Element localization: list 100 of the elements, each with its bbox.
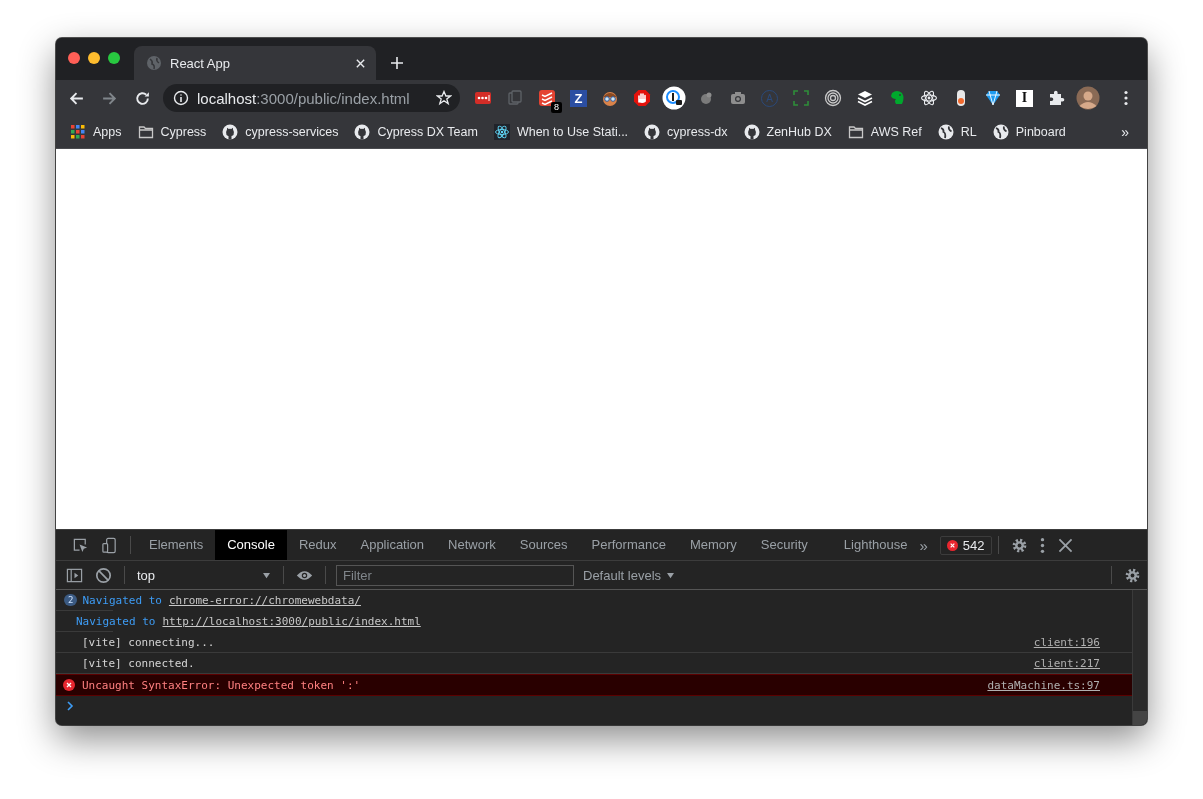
url-text: localhost:3000/public/index.html xyxy=(197,89,411,107)
bookmark[interactable]: Pinboard xyxy=(992,124,1066,140)
source-link[interactable]: client:196 xyxy=(1033,635,1100,649)
new-tab-icon[interactable] xyxy=(390,56,404,70)
bookmark[interactable]: Apps xyxy=(70,124,122,140)
bookmark-label: ZenHub DX xyxy=(766,125,832,139)
log-message: [vite] connected. xyxy=(82,656,196,670)
devtools-tab[interactable]: Memory xyxy=(677,530,749,560)
bookmark-label: When to Use Stati... xyxy=(516,125,629,139)
stop-hand-icon[interactable] xyxy=(633,89,651,107)
star-icon[interactable] xyxy=(436,90,452,106)
url-link[interactable]: chrome-error://chromewebdata/ xyxy=(168,593,361,607)
more-options-icon[interactable] xyxy=(1124,90,1128,106)
devtools-tab[interactable]: Lighthouse xyxy=(831,530,920,560)
tab-title: React App xyxy=(170,55,231,71)
clear-console-icon[interactable] xyxy=(95,566,112,584)
close-window-button[interactable] xyxy=(68,52,80,64)
devtools-tab[interactable]: Network xyxy=(436,530,508,560)
log-message: [vite] connecting... xyxy=(82,635,216,649)
octocat-icon xyxy=(222,124,239,140)
url-link[interactable]: http://localhost:3000/public/index.html xyxy=(162,614,421,628)
sidebar-toggle-icon[interactable] xyxy=(66,566,83,584)
error-icon xyxy=(946,539,958,551)
address-bar[interactable]: localhost:3000/public/index.html xyxy=(163,84,460,112)
atom-icon[interactable] xyxy=(920,89,938,107)
atom-icon xyxy=(493,124,510,140)
bookmark[interactable]: RL xyxy=(937,124,977,140)
bookmark[interactable]: ZenHub DX xyxy=(743,124,832,140)
puzzle-icon[interactable] xyxy=(1047,89,1065,107)
dots-extension-icon[interactable] xyxy=(474,89,492,107)
bookmark-label: Apps xyxy=(93,125,122,139)
bookmark-label: cypress-services xyxy=(245,125,339,139)
camera-icon[interactable] xyxy=(729,89,747,107)
letter-extension-icon[interactable]: Z xyxy=(570,89,587,107)
layers-icon[interactable] xyxy=(856,89,874,107)
devtools-tab[interactable]: Elements xyxy=(137,530,216,560)
error-icon xyxy=(63,679,75,691)
checklist-extension-icon[interactable] xyxy=(538,89,556,107)
scrollbar[interactable] xyxy=(1132,590,1147,725)
prompt-chevron-icon[interactable] xyxy=(66,701,74,711)
bookmark-label: RL xyxy=(960,125,977,139)
target-icon[interactable] xyxy=(824,89,842,107)
filter-field[interactable]: Filter xyxy=(336,564,574,586)
caret-icon xyxy=(262,571,271,579)
devtools-tab[interactable]: Performance xyxy=(579,530,678,560)
folder-icon xyxy=(847,124,864,140)
error-count: 542 xyxy=(962,537,985,553)
apps-grid-icon xyxy=(70,124,86,140)
bookmark[interactable]: AWS Ref xyxy=(847,124,922,140)
more-bookmarks-button[interactable]: » xyxy=(1121,124,1129,140)
devtools-tab[interactable]: Security xyxy=(748,530,820,560)
bookmark[interactable]: Cypress xyxy=(137,124,207,140)
octocat-icon xyxy=(354,124,371,140)
error-message: Uncaught SyntaxError: Unexpected token ':' xyxy=(82,678,362,692)
source-link[interactable]: dataMachine.ts:97 xyxy=(987,678,1100,692)
reload-icon[interactable] xyxy=(134,89,151,107)
context-dropdown[interactable]: top xyxy=(131,567,277,583)
close-icon[interactable] xyxy=(355,57,366,69)
bookmark-label: Cypress xyxy=(160,125,207,139)
keyhole-lock-icon[interactable] xyxy=(662,86,686,110)
minimize-window-button[interactable] xyxy=(88,52,100,64)
devtools-tab[interactable]: Sources xyxy=(507,530,580,560)
profile-avatar-icon[interactable] xyxy=(1076,86,1100,110)
bookmark-label: Cypress DX Team xyxy=(377,125,478,139)
bookmark[interactable]: When to Use Stati... xyxy=(493,124,629,140)
settings-icon[interactable] xyxy=(1124,566,1141,584)
error-count-badge[interactable]: 542 xyxy=(939,535,992,555)
devtools-tab[interactable]: Console xyxy=(215,530,287,560)
globe-icon xyxy=(937,124,954,140)
bookmark-label: cypress-dx xyxy=(667,125,728,139)
source-link[interactable]: client:217 xyxy=(1033,656,1100,670)
devtools-tab[interactable]: Application xyxy=(348,530,437,560)
more-options-icon[interactable] xyxy=(1039,536,1045,554)
extension-badge: 8 xyxy=(551,102,562,113)
devtools-tab[interactable]: Redux xyxy=(286,530,349,560)
diamond-icon[interactable] xyxy=(984,89,1002,107)
bookmark-label: Pinboard xyxy=(1015,125,1066,139)
glasses-face-icon[interactable] xyxy=(601,89,619,107)
bookmark[interactable]: Cypress DX Team xyxy=(354,124,478,140)
inspect-element-icon[interactable] xyxy=(72,536,89,554)
octocat-icon xyxy=(644,124,661,140)
octocat-icon xyxy=(743,124,760,140)
close-icon[interactable] xyxy=(1056,536,1074,554)
globe-icon xyxy=(146,55,162,71)
bookmark[interactable]: cypress-services xyxy=(222,124,339,140)
log-levels-dropdown[interactable]: Default levels xyxy=(583,567,676,583)
settings-icon[interactable] xyxy=(1010,536,1028,554)
more-tabs-button[interactable]: » xyxy=(919,536,928,554)
device-toolbar-icon[interactable] xyxy=(101,536,118,554)
zoom-window-button[interactable] xyxy=(108,52,120,64)
caret-icon xyxy=(666,571,676,579)
info-icon xyxy=(173,90,189,106)
bookmark[interactable]: cypress-dx xyxy=(644,124,728,140)
navigation-message: Navigated to xyxy=(82,593,162,607)
browser-tab[interactable]: React App xyxy=(134,46,376,80)
bookmark-label: AWS Ref xyxy=(870,125,922,139)
navigation-message: Navigated to xyxy=(76,614,156,628)
folder-icon xyxy=(137,124,154,140)
globe-icon xyxy=(992,124,1009,140)
letter-extension-icon[interactable]: I xyxy=(1016,89,1033,107)
